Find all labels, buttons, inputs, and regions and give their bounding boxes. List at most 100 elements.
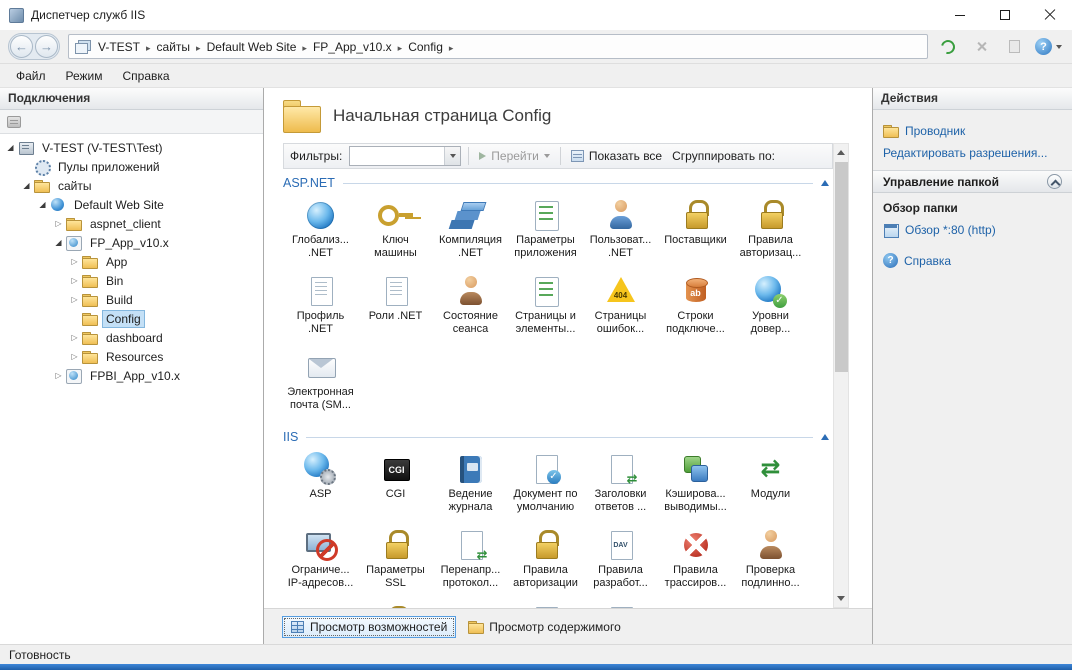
menu-item[interactable]: Справка bbox=[113, 66, 180, 86]
feature-tile[interactable]: Документ по умолчанию bbox=[508, 449, 583, 525]
tree-item[interactable]: App bbox=[0, 252, 263, 271]
go-button[interactable]: Перейти bbox=[476, 147, 553, 165]
actions-section-header[interactable]: Управление папкой bbox=[873, 170, 1072, 193]
tree-item[interactable]: Default Web Site bbox=[0, 195, 263, 214]
feature-tile[interactable] bbox=[508, 601, 583, 608]
tree-expander-icon[interactable] bbox=[52, 214, 65, 233]
feature-tile[interactable]: Ведение журнала bbox=[433, 449, 508, 525]
breadcrumb-item[interactable]: сайты bbox=[154, 38, 194, 56]
tab-features-view[interactable]: Просмотр возможностей bbox=[282, 616, 456, 638]
menu-item[interactable]: Режим bbox=[56, 66, 113, 86]
tree-item[interactable]: сайты bbox=[0, 176, 263, 195]
tab-content-view[interactable]: Просмотр содержимого bbox=[459, 616, 629, 638]
breadcrumb-item[interactable]: FP_App_v10.x bbox=[310, 38, 395, 56]
feature-tile[interactable]: CGI bbox=[358, 449, 433, 525]
action-link[interactable]: Справка bbox=[883, 253, 1062, 268]
feature-tile[interactable]: Уровни довер... bbox=[733, 271, 808, 347]
feature-tile[interactable]: Перенапр... протокол... bbox=[433, 525, 508, 601]
tree-expander-icon[interactable] bbox=[68, 271, 81, 290]
close-button[interactable] bbox=[1027, 0, 1072, 30]
tree-expander-icon[interactable] bbox=[36, 195, 49, 214]
feature-tile[interactable] bbox=[358, 601, 433, 608]
feature-tile[interactable]: Профиль .NET bbox=[283, 271, 358, 347]
tree-item[interactable]: Bin bbox=[0, 271, 263, 290]
feature-tile[interactable] bbox=[433, 601, 508, 608]
collapse-icon[interactable] bbox=[1047, 174, 1062, 189]
feature-tile[interactable]: Ограниче... IP-адресов... bbox=[283, 525, 358, 601]
feature-tile[interactable]: Компиляция .NET bbox=[433, 195, 508, 271]
menu-item[interactable]: Файл bbox=[6, 66, 56, 86]
action-link[interactable]: Проводник bbox=[883, 124, 1062, 138]
feature-tile[interactable]: Правила разработ... bbox=[583, 525, 658, 601]
section-collapse-icon[interactable] bbox=[821, 180, 829, 186]
feature-tile[interactable]: Параметры приложения bbox=[508, 195, 583, 271]
chevron-down-icon[interactable] bbox=[444, 147, 460, 165]
feature-tile[interactable] bbox=[583, 601, 658, 608]
filter-combobox[interactable] bbox=[349, 146, 461, 166]
breadcrumb-item[interactable]: V-TEST bbox=[95, 38, 143, 56]
tree-expander-icon[interactable] bbox=[52, 233, 65, 252]
scrollbar-thumb[interactable] bbox=[835, 162, 848, 372]
stop-button[interactable] bbox=[969, 35, 993, 59]
tree-expander-icon[interactable] bbox=[52, 366, 65, 385]
breadcrumb-item[interactable]: Default Web Site bbox=[204, 38, 300, 56]
connect-icon[interactable] bbox=[7, 116, 21, 128]
feature-tile[interactable] bbox=[283, 601, 358, 608]
feature-tile[interactable]: Строки подключе... bbox=[658, 271, 733, 347]
feature-tile[interactable]: Роли .NET bbox=[358, 271, 433, 347]
tree-item[interactable]: aspnet_client bbox=[0, 214, 263, 233]
feature-tile[interactable]: Проверка подлинно... bbox=[733, 525, 808, 601]
feature-tile[interactable]: Страницы ошибок... bbox=[583, 271, 658, 347]
tree-expander-icon[interactable] bbox=[20, 176, 33, 195]
action-link[interactable]: Обзор *:80 (http) bbox=[883, 223, 1062, 237]
forward-button[interactable] bbox=[35, 35, 58, 58]
breadcrumb-item[interactable]: Config bbox=[405, 38, 446, 56]
tree-expander-icon[interactable] bbox=[4, 138, 17, 157]
feature-tile[interactable]: Состояние сеанса bbox=[433, 271, 508, 347]
feature-tile[interactable]: Пользоват... .NET bbox=[583, 195, 658, 271]
feature-tile[interactable]: ASP bbox=[283, 449, 358, 525]
tree-item[interactable]: FP_App_v10.x bbox=[0, 233, 263, 252]
scroll-down-icon[interactable] bbox=[834, 591, 848, 606]
feature-tile[interactable]: Параметры SSL bbox=[358, 525, 433, 601]
feature-tile[interactable]: Правила авторизации bbox=[508, 525, 583, 601]
vertical-scrollbar[interactable] bbox=[833, 143, 849, 608]
feature-tile[interactable]: Правила авторизац... bbox=[733, 195, 808, 271]
tree-expander-icon[interactable] bbox=[68, 347, 81, 366]
help-menu-button[interactable] bbox=[1035, 38, 1062, 55]
section-collapse-icon[interactable] bbox=[821, 434, 829, 440]
tree-item[interactable]: dashboard bbox=[0, 328, 263, 347]
feature-tile[interactable]: Поставщики bbox=[658, 195, 733, 271]
feature-tile[interactable]: Правила трассиров... bbox=[658, 525, 733, 601]
tree-item[interactable]: Resources bbox=[0, 347, 263, 366]
toolbar-separator bbox=[468, 147, 469, 165]
page-button[interactable] bbox=[1002, 35, 1026, 59]
restart-button[interactable] bbox=[936, 35, 960, 59]
scroll-up-icon[interactable] bbox=[834, 145, 848, 160]
tree-item[interactable]: Build bbox=[0, 290, 263, 309]
feature-tile[interactable]: Заголовки ответов ... bbox=[583, 449, 658, 525]
tree-expander-icon[interactable] bbox=[68, 328, 81, 347]
back-button[interactable] bbox=[10, 35, 33, 58]
maximize-button[interactable] bbox=[982, 0, 1027, 30]
show-all-button[interactable]: Показать все bbox=[568, 147, 665, 165]
breadcrumb-bar[interactable]: V-TEST сайты Default Web Site FP_App_v10.x C… bbox=[68, 34, 928, 59]
feature-tile[interactable]: Модули bbox=[733, 449, 808, 525]
feature-tile-label: Компиляция .NET bbox=[433, 234, 508, 260]
tree-item[interactable]: Пулы приложений bbox=[0, 157, 263, 176]
feature-tile[interactable]: Кэширова... выводимы... bbox=[658, 449, 733, 525]
feature-tile[interactable]: Ключ машины bbox=[358, 195, 433, 271]
action-label: Обзор *:80 (http) bbox=[905, 223, 996, 237]
tree-item[interactable]: Config bbox=[0, 309, 263, 328]
action-link[interactable]: Редактировать разрешения... bbox=[883, 146, 1062, 160]
tree-expander-icon[interactable] bbox=[68, 252, 81, 271]
feature-tile[interactable]: Глобализ... .NET bbox=[283, 195, 358, 271]
tree-expander-icon[interactable] bbox=[68, 290, 81, 309]
tree-item[interactable]: FPBI_App_v10.x bbox=[0, 366, 263, 385]
connections-panel: Подключения V-TEST (V-TEST\Test)Пулы при… bbox=[0, 88, 264, 644]
minimize-button[interactable] bbox=[937, 0, 982, 30]
feature-tile[interactable]: Страницы и элементы... bbox=[508, 271, 583, 347]
feature-tile[interactable] bbox=[658, 601, 733, 608]
feature-tile[interactable]: Электронная почта (SM... bbox=[283, 347, 358, 423]
tree-item[interactable]: V-TEST (V-TEST\Test) bbox=[0, 138, 263, 157]
